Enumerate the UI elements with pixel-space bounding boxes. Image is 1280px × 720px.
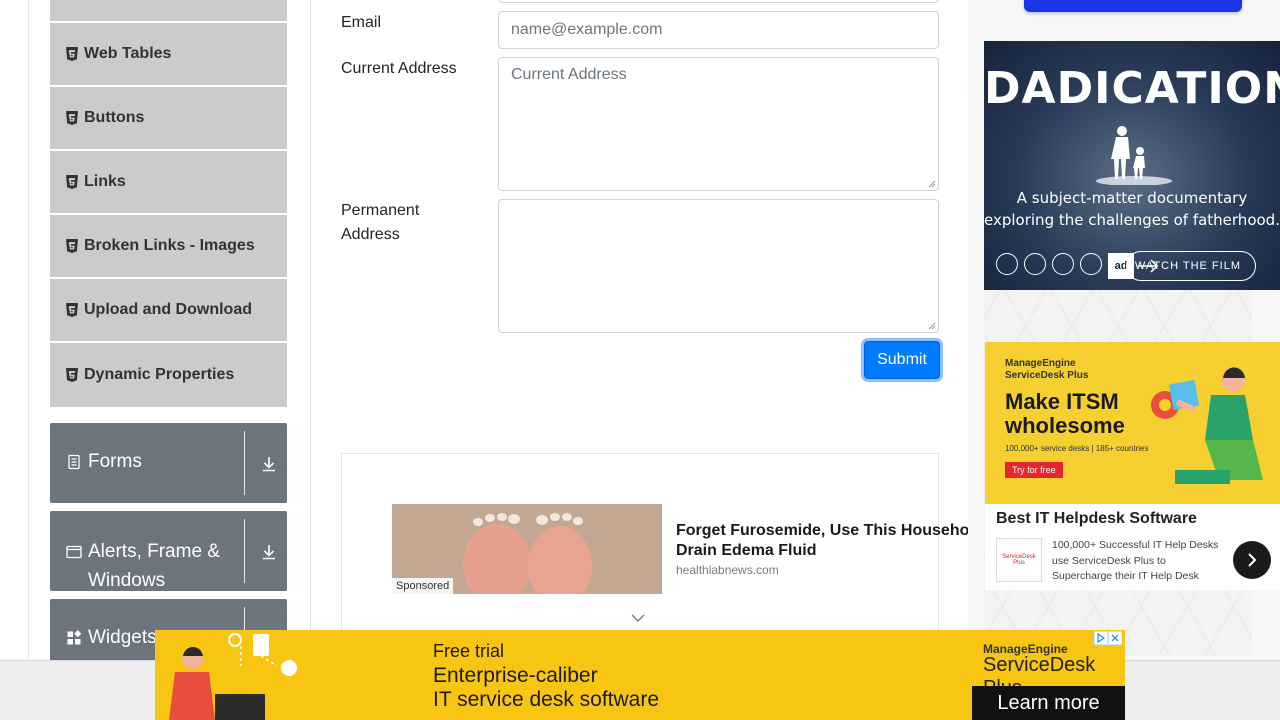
page: Web Tables Buttons Links Broken Links - … [0,0,1280,720]
current-address-textarea[interactable]: Current Address [498,57,939,191]
current-address-label: Current Address [341,60,457,77]
arrow-right-icon [1138,259,1159,273]
download-arrow-icon[interactable] [260,455,278,473]
sidebar-item-label: Broken Links - Images [84,237,255,254]
ad-brand: ManageEngine ServiceDesk Plus [1005,358,1088,382]
sponsored-headline[interactable]: Forget Furosemide, Use This Househo Drai… [676,521,976,561]
sidebar-item-label: Links [84,173,126,190]
headline-line: Forget Furosemide, Use This Househo [676,522,970,539]
group-label: Widgets [88,627,157,648]
banner-headline-line1: Enterprise-caliber [433,664,598,687]
sidebar-item-web-tables[interactable]: Web Tables [50,23,287,87]
widgets-icon [67,630,82,645]
previous-input-field[interactable] [498,0,939,3]
html5-icon [66,303,78,317]
sidebar-item-partial[interactable] [50,0,287,23]
document-icon [68,454,80,470]
watch-the-film-button[interactable]: WATCH THE FILM [1126,251,1256,281]
seal-logo-icon [996,253,1018,275]
acf-logo-icon [1024,253,1046,275]
permanent-address-label: Permanent Address [341,202,420,243]
group-header-alerts-frame-windows[interactable]: Alerts, Frame & Windows [50,511,287,591]
sidebar-item-label: Dynamic Properties [84,366,235,383]
ad-close-icon[interactable] [1108,631,1122,645]
resize-handle-icon[interactable] [928,180,936,188]
ad-top-button[interactable] [1024,0,1242,12]
html5-icon [66,111,78,125]
headline-line: wholesome [1005,413,1125,438]
ad-footer-title: Best IT Helpdesk Software [996,510,1197,527]
html5-icon [66,368,78,382]
group-label: Forms [88,451,142,472]
subtitle-line: A subject-matter documentary [1016,189,1248,207]
resize-handle-icon[interactable] [928,322,936,330]
sidebar-item-label: Buttons [84,109,145,126]
divider [244,431,245,495]
father-child-silhouette-icon [1096,126,1172,185]
brand-line: ManageEngine [1005,358,1076,369]
ad-headline: Make ITSM wholesome [1005,390,1125,438]
submit-button[interactable]: Submit [864,341,940,379]
banner-headline-line2: IT service desk software [433,688,660,711]
sidebar-item-links[interactable]: Links [50,151,287,215]
dadication-ad[interactable]: DADICATION A subject-matter documentary … [984,41,1280,290]
group-header-forms[interactable]: Forms [50,423,287,503]
person-laptop-illustration-icon [169,633,297,720]
ad-choices-icon[interactable] [1094,631,1108,645]
learn-more-button[interactable]: Learn more [972,686,1125,720]
sponsored-source: healthlabnews.com [676,563,779,577]
html5-icon [66,239,78,253]
headline-line: Make ITSM [1005,389,1119,414]
sidebar-item-dynamic-properties[interactable]: Dynamic Properties [50,343,287,407]
email-label: Email [341,14,382,31]
sidebar-item-label: Web Tables [84,45,172,62]
fatherhood-logo-icon [1052,253,1074,275]
chevron-right-icon [1248,553,1257,567]
sidebar-item-buttons[interactable]: Buttons [50,87,287,151]
subtitle-line: exploring the challenges of fatherhood. [984,211,1280,229]
brand-line: ServiceDesk Plus [1005,370,1089,381]
partner-logo-icon [1080,253,1102,275]
download-arrow-icon[interactable] [260,543,278,561]
permanent-address-textarea[interactable] [498,199,939,333]
servicedesk-logo: ServiceDesk Plus [996,538,1042,582]
group-label: Alerts, Frame & Windows [88,541,220,591]
manageengine-side-ad[interactable]: ManageEngine ServiceDesk Plus Make ITSM … [985,342,1280,590]
sidebar-item-upload-download[interactable]: Upload and Download [50,279,287,343]
ad-description: 100,000+ Successful IT Help Desks use Se… [1052,539,1219,582]
sidebar-item-broken-links[interactable]: Broken Links - Images [50,215,287,279]
ad-subtitle: A subject-matter documentary exploring t… [984,187,1280,231]
headline-line: Drain Edema Fluid [676,542,817,559]
person-illustration-icon [1151,367,1263,484]
email-field[interactable] [498,11,939,49]
ad-title: DADICATION [984,63,1280,114]
html5-icon [66,175,78,189]
html5-icon [66,47,78,61]
try-for-free-button[interactable]: Try for free [1005,462,1063,478]
sidebar-item-label: Upload and Download [84,301,252,318]
sponsored-badge: Sponsored [392,578,454,594]
divider [244,519,245,583]
placeholder-text: Current Address [511,66,627,83]
window-icon [66,545,82,559]
manageengine-banner-ad[interactable]: Free trial Enterprise-caliber IT service… [155,630,1125,720]
banner-free-trial: Free trial [433,641,505,661]
chevron-down-icon[interactable] [630,612,646,624]
ad-next-button[interactable] [1233,541,1271,579]
sponsor-logos: ad [996,253,1134,279]
ad-stats: 100,000+ service desks | 185+ countries [1005,444,1149,453]
